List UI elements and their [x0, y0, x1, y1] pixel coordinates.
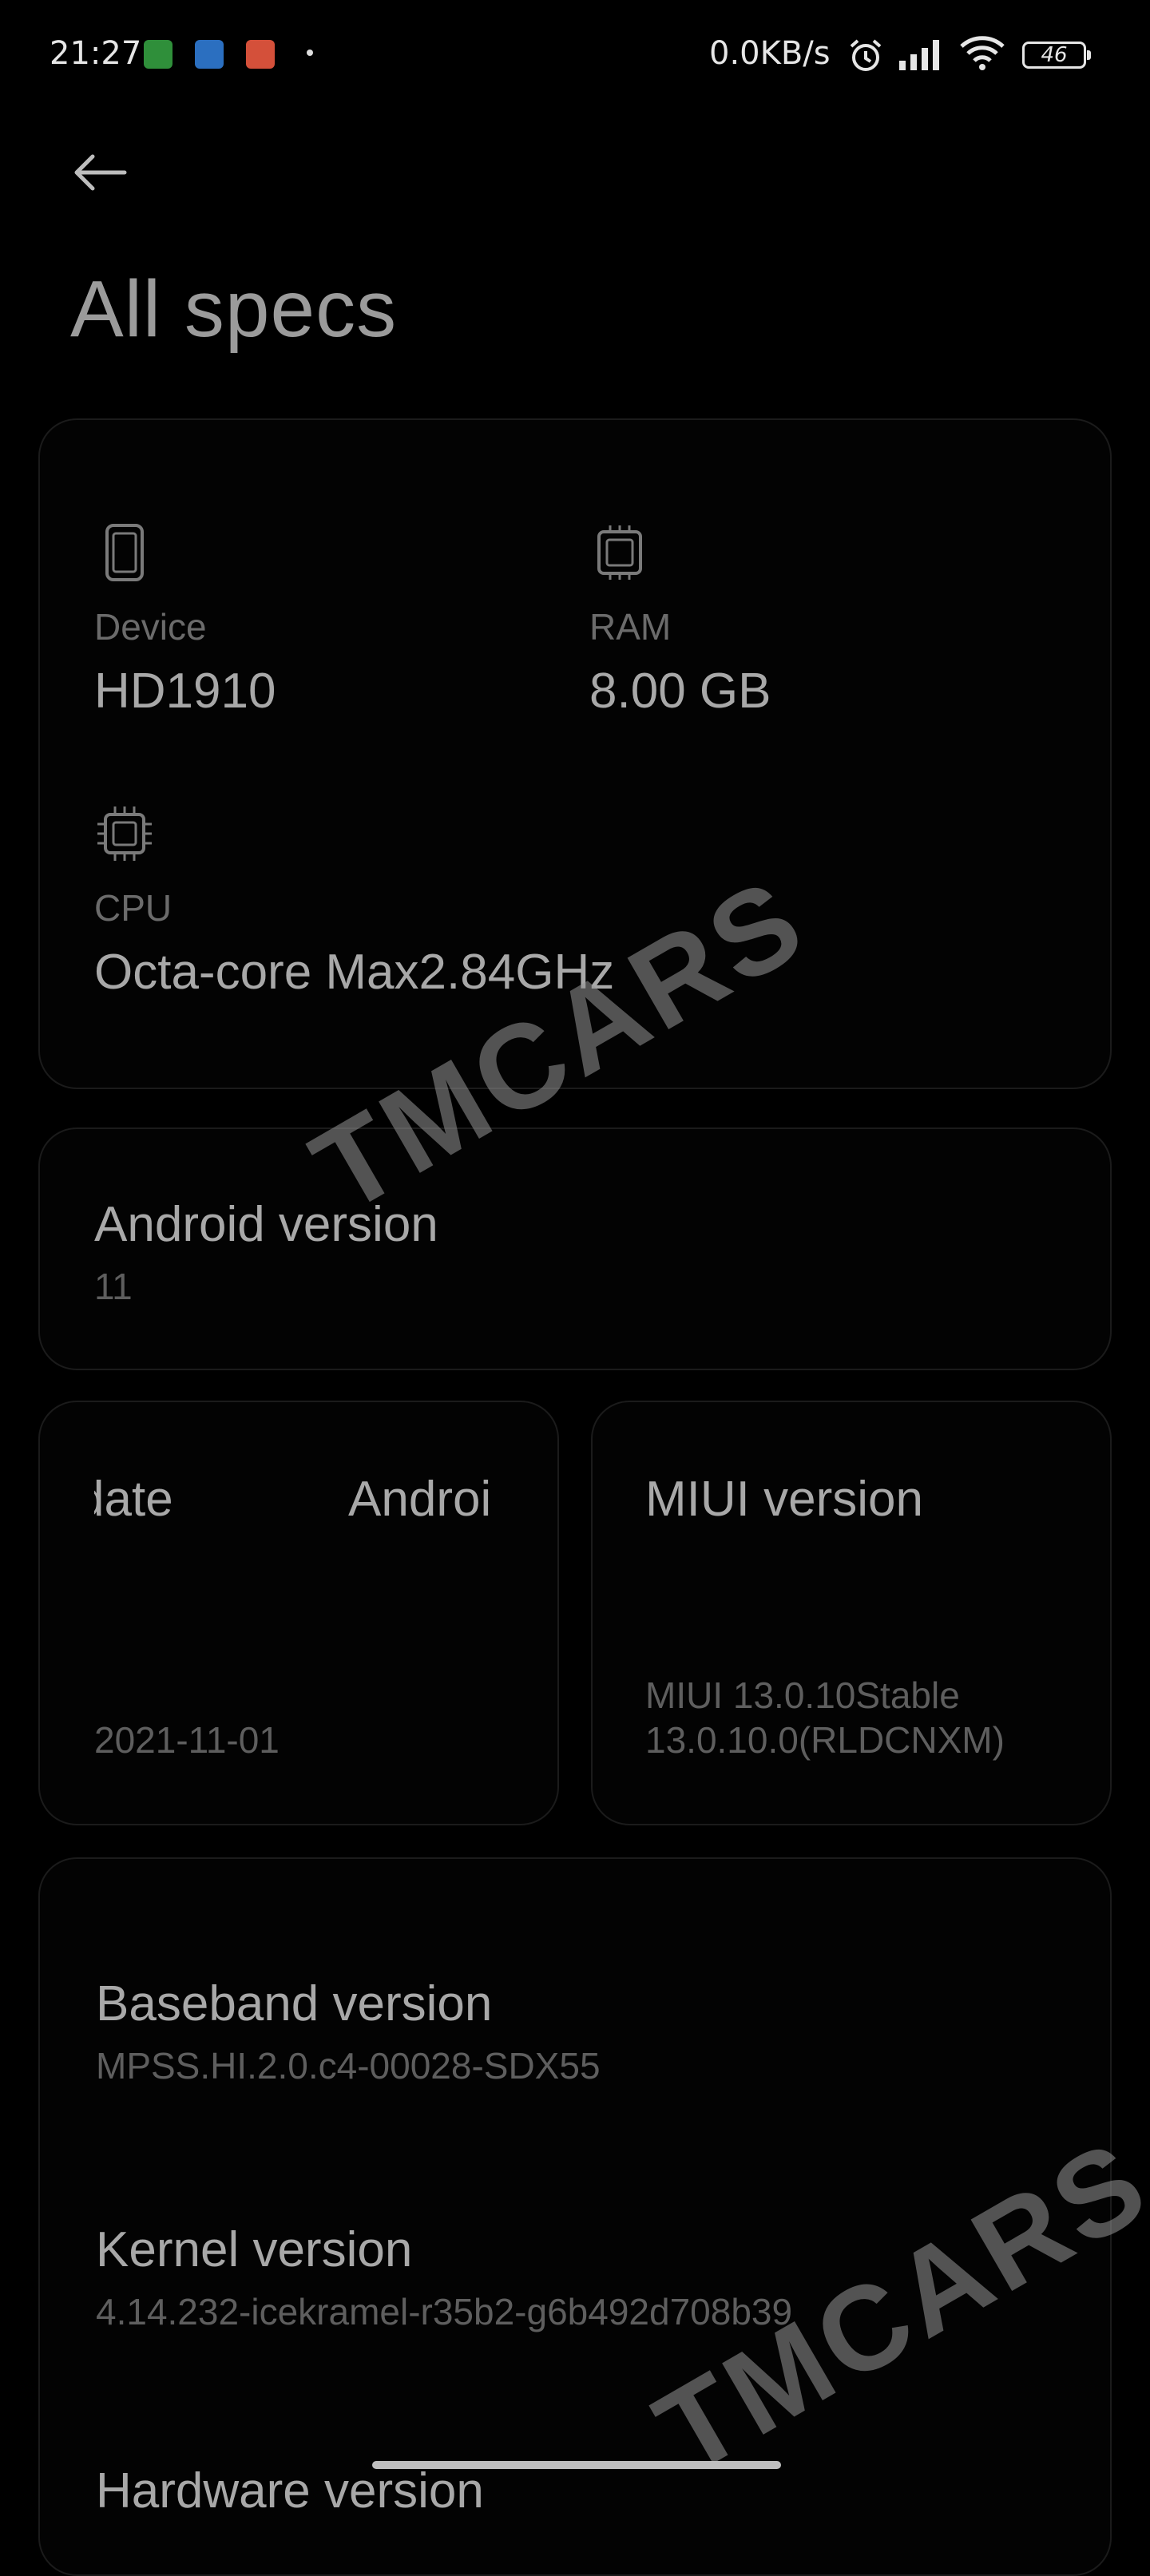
security-patch-value: 2021-11-01 [94, 1718, 280, 1762]
baseband-version-title: Baseband version [96, 1976, 492, 2032]
arrow-left-icon [67, 144, 139, 216]
security-patch-title-part2: Androi [348, 1471, 491, 1528]
security-patch-title-part1: date [94, 1471, 173, 1528]
miui-version-value-line2: 13.0.10.0(RLDCNXM) [645, 1718, 1005, 1762]
status-bar: 21:27 0.0KB/s 46 [0, 0, 1150, 112]
wifi-icon [960, 35, 1005, 78]
back-button[interactable] [67, 144, 139, 216]
alarm-icon [847, 37, 885, 83]
device-label: Device [94, 605, 207, 648]
ram-value: 8.00 GB [589, 663, 771, 719]
ram-chip-icon [591, 524, 648, 581]
android-version-value: 11 [94, 1265, 133, 1308]
miui-version-value-line1: MIUI 13.0.10Stable [645, 1674, 960, 1717]
ram-label: RAM [589, 605, 671, 648]
security-patch-card[interactable]: date Androi 2021-11-01 [38, 1401, 559, 1825]
cpu-label: CPU [94, 886, 172, 929]
cpu-chip-icon [96, 805, 153, 862]
device-value: HD1910 [94, 663, 276, 719]
home-indicator[interactable] [372, 2461, 781, 2469]
notification-app-icon [144, 40, 172, 69]
more-notifications-icon [307, 50, 313, 56]
status-time: 21:27 [50, 35, 141, 72]
network-speed: 0.0KB/s [709, 35, 831, 72]
battery-icon: 46 [1022, 42, 1086, 69]
notification-cloud-icon [195, 40, 224, 69]
miui-version-card[interactable]: MIUI version MIUI 13.0.10Stable 13.0.10.… [591, 1401, 1112, 1825]
baseband-version-value: MPSS.HI.2.0.c4-00028-SDX55 [96, 2044, 601, 2087]
phone-icon [96, 524, 153, 581]
signal-icon [898, 37, 949, 80]
miui-version-title: MIUI version [645, 1471, 923, 1528]
scrolling-title: date Androi [94, 1466, 510, 1538]
kernel-version-title: Kernel version [96, 2221, 412, 2278]
notification-mail-icon [246, 40, 275, 69]
page-title: All specs [70, 264, 397, 355]
android-version-card[interactable]: Android version 11 [38, 1127, 1112, 1370]
kernel-version-value: 4.14.232-icekramel-r35b2-g6b492d708b39 [96, 2290, 792, 2333]
